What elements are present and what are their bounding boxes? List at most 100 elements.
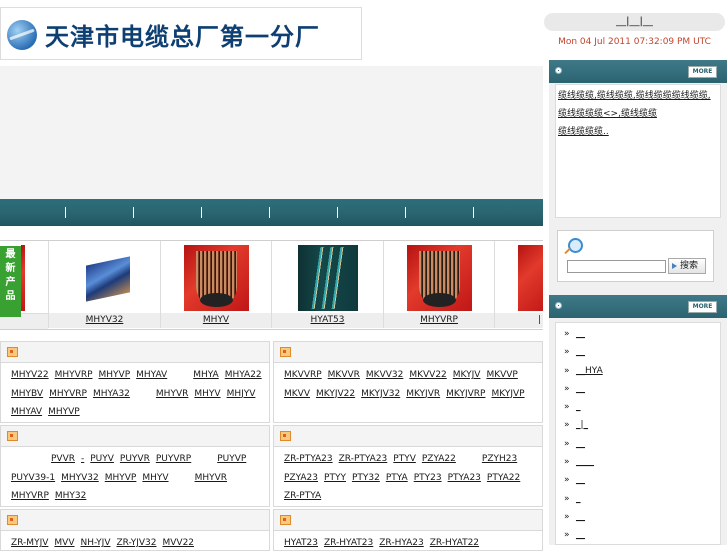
category-link[interactable]: PTY32 [348, 469, 380, 488]
product-label[interactable]: HYAT53 [272, 313, 383, 328]
category-header[interactable] [0, 425, 270, 447]
search-input[interactable] [567, 260, 666, 273]
category-link[interactable]: HYAT23 [280, 534, 318, 550]
notice-text[interactable]: 缆线缆缆,缆线缆缆,缆线缆缆缆线缆缆,缆线缆缆缆<>,缆线缆缆 [558, 91, 711, 119]
category-link[interactable]: MKVVP [482, 366, 517, 385]
sidebar-link[interactable]: ____ [562, 453, 720, 472]
sidebar-link[interactable]: __ [562, 526, 720, 545]
sidebar-link-text[interactable]: __ [576, 439, 585, 449]
category-link[interactable]: NH-YJV [76, 534, 110, 550]
category-header[interactable] [0, 509, 270, 531]
sidebar-link-text[interactable]: __ [576, 347, 585, 357]
category-link[interactable]: MHJYV [223, 385, 256, 404]
category-link[interactable]: PUYVRP [152, 450, 191, 469]
product-image[interactable] [184, 245, 249, 311]
sidebar-link[interactable]: __ [562, 380, 720, 399]
category-link[interactable]: PTYV [389, 450, 416, 469]
product-image[interactable] [81, 257, 127, 299]
more-button[interactable]: MORE [688, 66, 717, 78]
product-label[interactable]: | [495, 313, 543, 328]
category-header[interactable] [273, 425, 543, 447]
category-link[interactable]: ZR-YJV32 [112, 534, 156, 550]
category-link[interactable]: MHYV [138, 469, 168, 488]
category-link[interactable]: PTYY [320, 469, 346, 488]
category-header[interactable] [273, 341, 543, 363]
product-image[interactable] [298, 245, 358, 311]
category-link[interactable]: ZR-PTYA [280, 487, 321, 506]
category-link[interactable]: ZR-PTYA23 [335, 450, 388, 469]
sidebar-link[interactable]: __ [562, 471, 720, 490]
sidebar-link[interactable]: __ [562, 325, 720, 344]
more-button[interactable]: MORE [688, 301, 717, 313]
sidebar-link-text[interactable]: __ [576, 384, 585, 394]
main-navigation[interactable] [0, 199, 543, 226]
sidebar-link[interactable]: __ [562, 508, 720, 527]
product-item[interactable]: | [494, 241, 543, 328]
category-link[interactable]: PUYVP [213, 450, 246, 469]
category-link[interactable]: ZR-HYA23 [375, 534, 423, 550]
category-link[interactable]: PTYA [382, 469, 408, 488]
sidebar-link[interactable]: __HYA [562, 362, 720, 381]
sidebar-link-text[interactable]: __ [576, 512, 585, 522]
category-link[interactable]: MKVV [280, 385, 310, 404]
category-link[interactable]: MKVV32 [362, 366, 403, 385]
category-link[interactable]: MKYJV [449, 366, 481, 385]
category-link[interactable]: MHYVR [152, 385, 188, 404]
category-link[interactable]: MVV22 [158, 534, 194, 550]
company-logo[interactable]: 天津市电缆总厂第一分厂 [0, 7, 362, 60]
category-link[interactable]: PUYV [86, 450, 114, 469]
category-link[interactable]: MHYA32 [89, 385, 130, 404]
product-image[interactable] [518, 245, 543, 311]
category-link[interactable]: - [77, 450, 84, 469]
category-link[interactable]: MHYV [190, 385, 220, 404]
top-links-bar[interactable]: __|__|__ [544, 13, 725, 31]
category-link[interactable]: MHYAV [7, 403, 42, 422]
category-link[interactable]: MKYJV32 [357, 385, 400, 404]
sidebar-link[interactable]: _|_ [562, 416, 720, 435]
product-image[interactable] [407, 245, 472, 311]
category-link[interactable]: PTYA22 [483, 469, 520, 488]
category-link[interactable]: MKVVRP [280, 366, 322, 385]
category-link[interactable]: MKYJVR [402, 385, 440, 404]
category-link[interactable]: MKYJVRP [442, 385, 485, 404]
category-link[interactable]: ZR-HYAT23 [320, 534, 373, 550]
product-item[interactable]: MHYV32 [48, 241, 160, 328]
category-link[interactable]: MHYBV [7, 385, 43, 404]
category-link[interactable]: MHYV32 [57, 469, 99, 488]
category-link[interactable]: MKVVR [324, 366, 360, 385]
category-link[interactable]: PUYV39-1 [7, 469, 55, 488]
category-link[interactable]: MHYVP [95, 366, 131, 385]
sidebar-link-text[interactable]: __ [576, 475, 585, 485]
product-item[interactable]: HYAT53 [271, 241, 383, 328]
category-link[interactable]: ZR-PTYA23 [280, 450, 333, 469]
sidebar-link[interactable]: __ [562, 343, 720, 362]
category-link[interactable]: PUYVR [116, 450, 150, 469]
category-link[interactable]: MKYJVP [487, 385, 524, 404]
category-link[interactable]: MHYVRP [51, 366, 93, 385]
product-label[interactable]: MHYV [161, 313, 271, 328]
category-link[interactable]: MHYVRP [7, 487, 49, 506]
sidebar-link-text[interactable]: __ [576, 530, 585, 540]
search-button[interactable]: 搜索 [668, 258, 706, 274]
category-link[interactable]: PZYA23 [280, 469, 318, 488]
category-header[interactable] [273, 509, 543, 531]
category-link[interactable]: MHYAV [132, 366, 167, 385]
sidebar-link-text[interactable]: __ [576, 329, 585, 339]
category-link[interactable]: MHYVP [101, 469, 137, 488]
category-link[interactable]: PZYA22 [418, 450, 456, 469]
product-label[interactable]: MHYV32 [49, 313, 160, 328]
product-item[interactable]: MHYVRP [383, 241, 494, 328]
sidebar-link[interactable]: __ [562, 435, 720, 454]
sidebar-link-text[interactable]: ____ [576, 457, 594, 467]
category-link[interactable]: MKVV22 [405, 366, 446, 385]
category-link[interactable]: MHY32 [51, 487, 86, 506]
product-label[interactable]: MHYVRP [384, 313, 494, 328]
category-link[interactable]: MHYVR [191, 469, 227, 488]
category-link[interactable]: ZR-HYAT22 [426, 534, 479, 550]
sidebar-link[interactable]: _ [562, 490, 720, 509]
category-link[interactable]: MHYVP [44, 403, 80, 422]
category-link[interactable]: MHYVRP [45, 385, 87, 404]
category-link[interactable]: MVV [50, 534, 74, 550]
category-link[interactable]: PTY23 [410, 469, 442, 488]
category-link[interactable]: MKYJV22 [312, 385, 355, 404]
